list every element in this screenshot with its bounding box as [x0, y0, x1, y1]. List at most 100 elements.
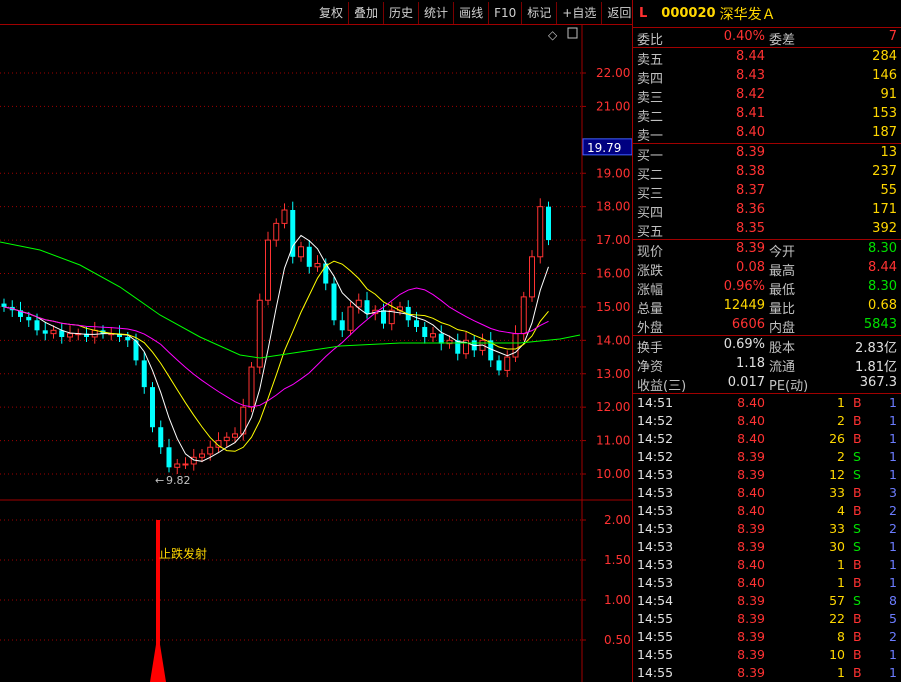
tick-count: 1 [889, 575, 897, 590]
quote-value: 8.39 [736, 241, 765, 256]
tick-row[interactable]: 14:51 8.40 1 B 1 [633, 394, 901, 412]
indicator-tick-label: 1.00 [604, 593, 631, 607]
book-price: 8.37 [736, 183, 765, 198]
book-volume: 392 [872, 221, 897, 236]
tick-row[interactable]: 14:53 8.39 33 S 2 [633, 520, 901, 538]
bids-row[interactable]: 买一 8.39 13 [633, 144, 901, 164]
candle-body [50, 329, 57, 335]
tick-volume: 10 [829, 647, 845, 662]
book-volume: 187 [872, 125, 897, 140]
tick-count: 2 [889, 521, 897, 536]
asks-row[interactable]: 卖四 8.43 146 [633, 67, 901, 87]
tick-row[interactable]: 14:53 8.40 1 B 1 [633, 556, 901, 574]
tick-count: 1 [889, 449, 897, 464]
tick-time: 14:52 [637, 449, 674, 464]
tick-row[interactable]: 14:53 8.40 1 B 1 [633, 574, 901, 592]
tick-time: 14:55 [637, 629, 674, 644]
tick-price: 8.39 [737, 611, 765, 626]
tick-count: 1 [889, 395, 897, 410]
price-tick-label: 19.00 [596, 166, 630, 180]
tick-volume: 57 [829, 593, 845, 608]
tick-row[interactable]: 14:52 8.40 26 B 1 [633, 430, 901, 448]
toolbar-button-2[interactable]: 历史 [383, 2, 418, 24]
tick-volume: 2 [837, 449, 845, 464]
tick-side: B [853, 557, 862, 572]
tick-time: 14:53 [637, 503, 674, 518]
tick-volume: 12 [829, 467, 845, 482]
tick-side: B [853, 665, 862, 680]
quote-row: 涨幅 0.96% 最低 8.30 [633, 278, 901, 298]
quote-label: 今开 [769, 245, 796, 260]
quote-value: 0.96% [723, 279, 765, 294]
bids-row[interactable]: 买二 8.38 237 [633, 163, 901, 183]
tick-row[interactable]: 14:53 8.40 4 B 2 [633, 502, 901, 520]
book-volume: 153 [872, 106, 897, 121]
tick-row[interactable]: 14:52 8.40 2 B 1 [633, 412, 901, 430]
asks-row[interactable]: 卖二 8.41 153 [633, 105, 901, 125]
candle-body [314, 262, 321, 268]
candle-body [34, 320, 40, 331]
book-level-label: 卖二 [637, 110, 664, 125]
kline-chart[interactable]: 22.00 21.00 19.00 18.00 17.00 16.00 15.00 14.00… [0, 25, 632, 682]
stats-label: 股本 [769, 341, 796, 356]
asks-row[interactable]: 卖三 8.42 91 [633, 86, 901, 106]
bids-row[interactable]: 买五 8.35 392 [633, 220, 901, 240]
quote-row: 外盘 6606 内盘 5843 [633, 316, 901, 336]
tick-row[interactable]: 14:55 8.39 8 B 2 [633, 628, 901, 646]
tick-volume: 2 [837, 413, 845, 428]
tick-row[interactable]: 14:52 8.39 2 S 1 [633, 448, 901, 466]
book-price: 8.44 [736, 49, 765, 64]
tick-price: 8.39 [737, 629, 765, 644]
candle-body [438, 333, 444, 344]
stats-value: 2.83亿 [855, 341, 897, 356]
tick-row[interactable]: 14:53 8.39 12 S 1 [633, 466, 901, 484]
candle-body [331, 283, 337, 321]
tick-row[interactable]: 14:55 8.39 10 B 1 [633, 646, 901, 664]
tick-time: 14:53 [637, 575, 674, 590]
toolbar-button-3[interactable]: 统计 [418, 2, 453, 24]
tick-row[interactable]: 14:55 8.39 22 B 5 [633, 610, 901, 628]
toolbar-button-6[interactable]: 标记 [521, 2, 556, 24]
toolbar-button-1[interactable]: 叠加 [348, 2, 383, 24]
tick-row[interactable]: 14:55 8.39 1 B 1 [633, 664, 901, 682]
tick-volume: 33 [829, 521, 845, 536]
tick-time: 14:55 [637, 647, 674, 662]
candle-body [207, 446, 214, 455]
tick-side: B [853, 413, 862, 428]
candle-body [223, 436, 230, 442]
bids-row[interactable]: 买三 8.37 55 [633, 182, 901, 202]
candle-body [174, 463, 181, 468]
stats-value: 0.69% [723, 337, 765, 352]
tick-side: B [853, 611, 862, 626]
bids-row[interactable]: 买四 8.36 171 [633, 201, 901, 221]
weibi-row: 委比 0.40% 委差 7 [633, 28, 901, 48]
stats-value: 1.81亿 [855, 360, 897, 375]
tick-list[interactable]: 14:51 8.40 1 B 1 14:52 8.40 2 B 1 14:52 8.40 26 B 1 14:… [633, 394, 901, 682]
tick-time: 14:53 [637, 557, 674, 572]
asks-row[interactable]: 卖一 8.40 187 [633, 124, 901, 144]
toolbar-button-5[interactable]: F10 [488, 2, 521, 24]
tick-row[interactable]: 14:53 8.40 33 B 3 [633, 484, 901, 502]
tick-row[interactable]: 14:54 8.39 57 S 8 [633, 592, 901, 610]
candle-body [306, 246, 312, 267]
quote-value: 6606 [731, 317, 765, 332]
tick-volume: 8 [837, 629, 845, 644]
stats-row: 换手 0.69% 股本 2.83亿 [633, 336, 901, 356]
tick-volume: 1 [837, 395, 845, 410]
asks-row[interactable]: 卖五 8.44 284 [633, 48, 901, 68]
book-price: 8.42 [736, 87, 765, 102]
tick-row[interactable]: 14:53 8.39 30 S 1 [633, 538, 901, 556]
toolbar-button-7[interactable]: +自选 [556, 2, 601, 24]
stats-label: 流通 [769, 360, 796, 375]
tick-time: 14:53 [637, 485, 674, 500]
toolbar-button-4[interactable]: 画线 [453, 2, 488, 24]
candle-body [26, 316, 32, 321]
quote-label: 涨幅 [637, 283, 664, 298]
tick-price: 8.40 [737, 413, 765, 428]
book-level-label: 买二 [637, 168, 664, 183]
indicator-tick-label: 1.50 [604, 553, 631, 567]
price-tick-label: 13.00 [596, 367, 630, 381]
toolbar-button-0[interactable]: 复权 [314, 2, 348, 24]
quote-label: 现价 [637, 245, 664, 260]
ask-book: 卖五 8.44 284 卖四 8.43 146 卖三 8.42 91 卖二 8.41 153 卖一 8.4… [633, 48, 901, 144]
